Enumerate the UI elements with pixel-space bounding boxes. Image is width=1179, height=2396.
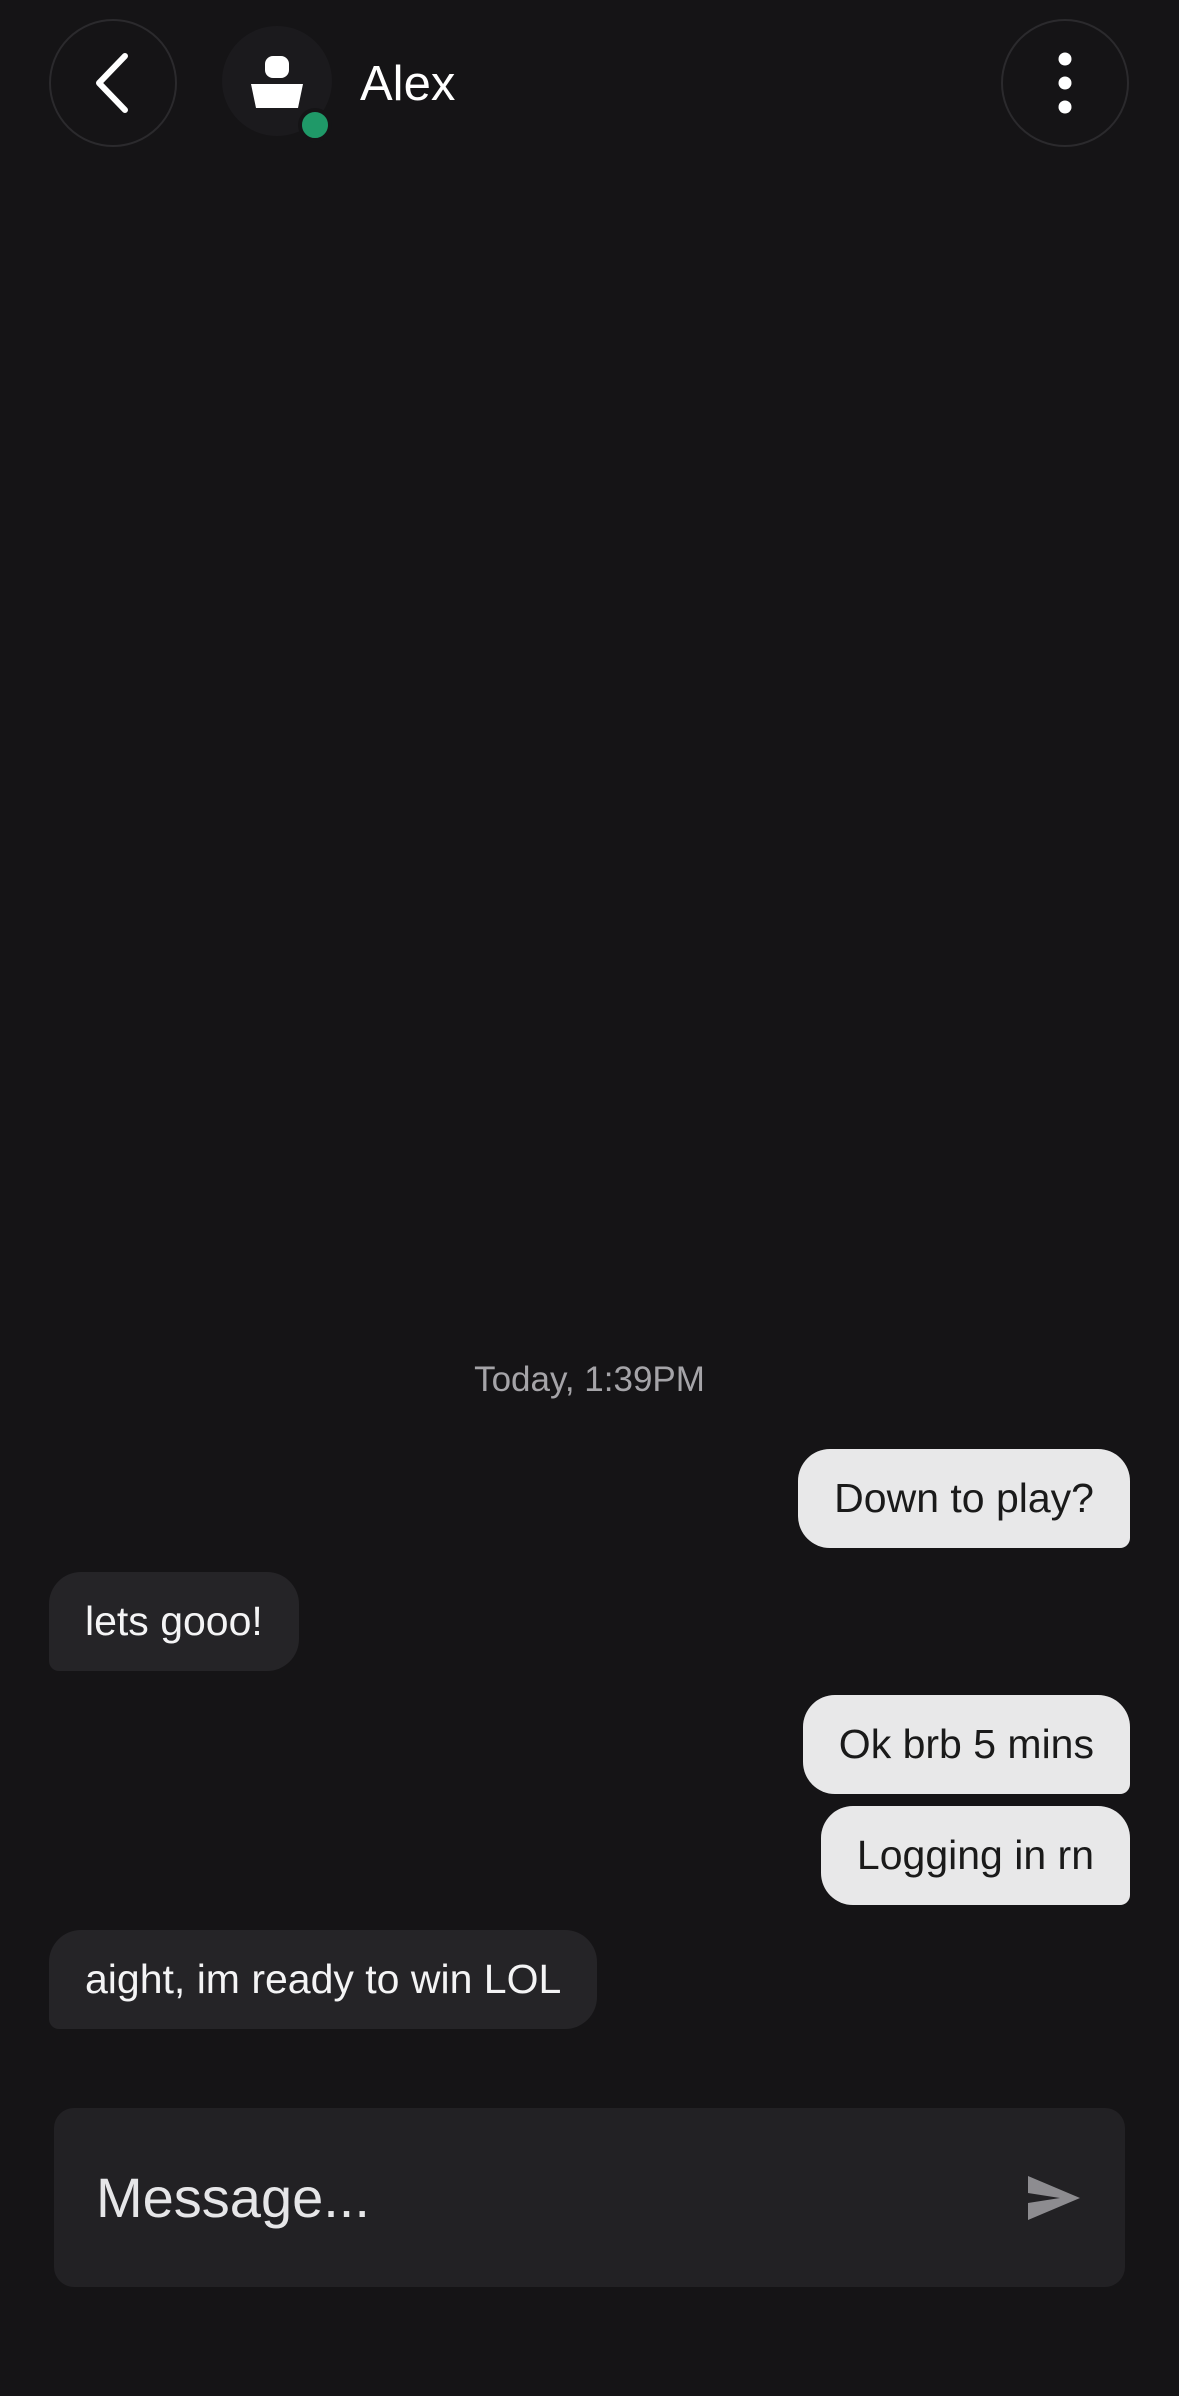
online-status-dot	[298, 108, 332, 142]
more-options-button[interactable]	[1001, 19, 1129, 147]
send-icon	[1028, 2176, 1080, 2220]
send-button[interactable]	[1014, 2158, 1094, 2238]
incoming-message-bubble[interactable]: lets gooo!	[49, 1572, 299, 1671]
outgoing-message-bubble[interactable]: Logging in rn	[820, 1806, 1130, 1905]
avatar[interactable]	[222, 26, 332, 142]
chevron-left-icon	[96, 53, 128, 113]
message-composer	[54, 2108, 1125, 2287]
outgoing-message-bubble[interactable]: Ok brb 5 mins	[802, 1695, 1130, 1794]
more-vertical-icon	[1058, 52, 1072, 114]
outgoing-message-bubble[interactable]: Down to play?	[798, 1449, 1130, 1548]
conversation-timestamp: Today, 1:39PM	[474, 1360, 705, 1399]
contact-name[interactable]: Alex	[360, 56, 455, 112]
message-input[interactable]	[96, 2108, 976, 2287]
back-button[interactable]	[49, 19, 177, 147]
incoming-message-bubble[interactable]: aight, im ready to win LOL	[49, 1930, 598, 2029]
